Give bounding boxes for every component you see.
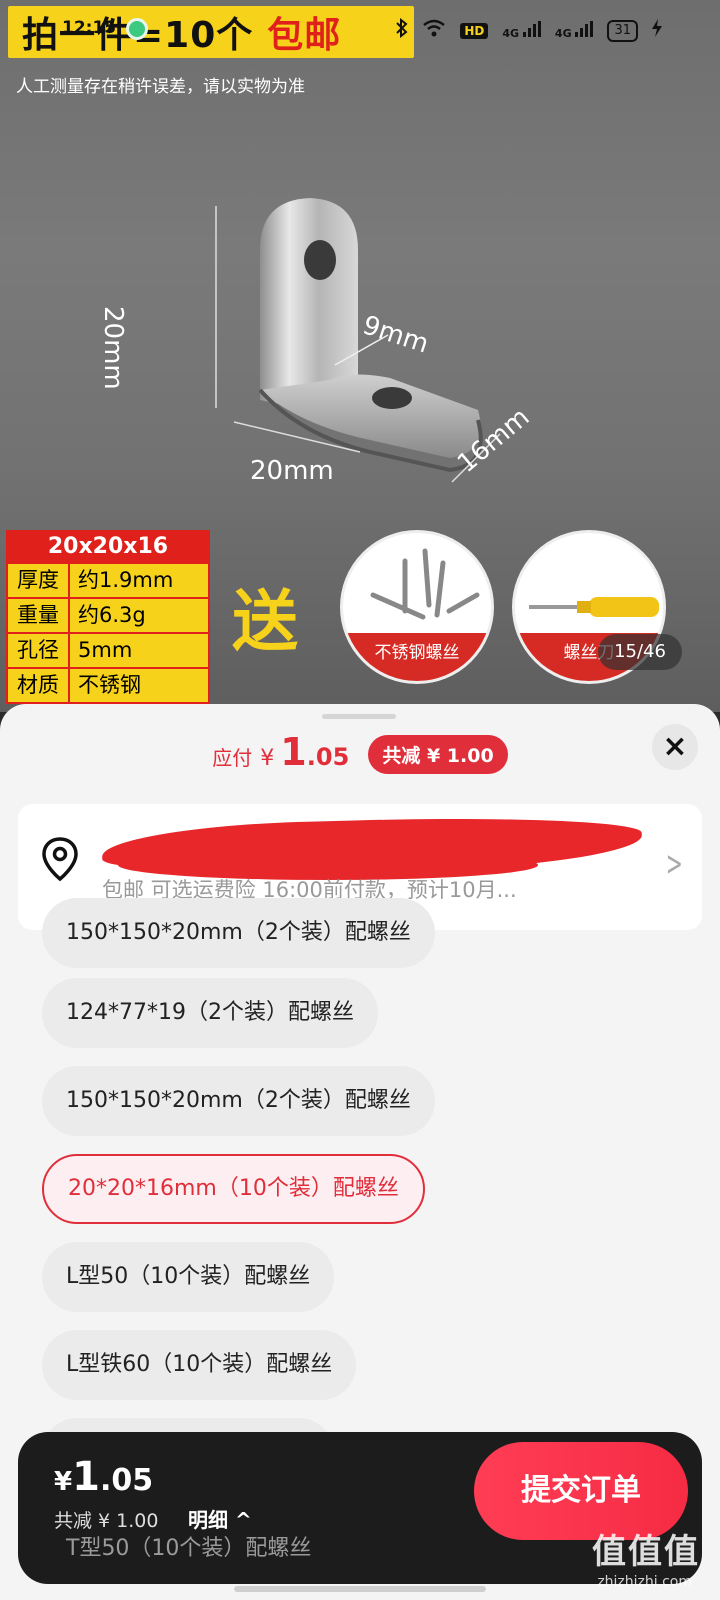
total-price: ¥ 1 .05 (54, 1454, 153, 1500)
location-pin-icon (42, 837, 78, 882)
spec-row: 材质 不锈钢 (8, 667, 208, 702)
spec-value: 不锈钢 (70, 669, 208, 702)
signal-icon-1: 4G (502, 21, 541, 40)
signal-label-1: 4G (502, 27, 520, 40)
spec-row: 重量 约6.3g (8, 597, 208, 632)
home-indicator[interactable] (234, 1586, 486, 1592)
measurement-disclaimer: 人工测量存在稍许误差，请以实物为准 (16, 77, 305, 97)
sku-option-behind: T型50（10个装）配螺丝 (66, 1536, 312, 1561)
payable-dec: .05 (306, 743, 350, 771)
sku-option[interactable]: L型铁60（10个装）配螺丝 (42, 1330, 357, 1400)
sku-option-selected[interactable]: 20*20*16mm（10个装）配螺丝 (42, 1154, 425, 1224)
payable-label: 应付 (212, 746, 253, 770)
spec-title: 20x20x16 (47, 534, 169, 559)
dim-height: 20mm (98, 306, 128, 390)
screws-icon (370, 548, 480, 620)
discount-badge: 共减 ¥ 1.00 (368, 735, 508, 774)
sku-option[interactable]: L型50（10个装）配螺丝 (42, 1242, 335, 1312)
watermark-url: zhizhizhi.com (597, 1574, 692, 1590)
chevron-right-icon: > (665, 844, 683, 884)
status-time: 12:15 (62, 18, 117, 38)
spec-key: 孔径 (8, 634, 70, 667)
sku-option[interactable]: 150*150*20mm（2个装）配螺丝 (42, 1066, 435, 1136)
payable-amount: 应付 ¥ 1 .05 (212, 730, 349, 774)
sheet-grabber[interactable] (322, 714, 396, 719)
screwdriver-icon (529, 597, 659, 617)
gift-label: 送 (232, 583, 298, 660)
wifi-icon (422, 19, 446, 42)
image-page-indicator: 15/46 (598, 634, 682, 670)
spec-row: 厚度 约1.9mm (8, 562, 208, 597)
status-icons: HD 4G 4G 31 (396, 17, 662, 43)
saved-amount: 共减 ¥ 1.00 (54, 1510, 159, 1532)
gift-screws: 不锈钢螺丝 (340, 530, 494, 684)
bracket-illustration (215, 198, 501, 483)
total-currency: ¥ (54, 1467, 73, 1497)
hd-icon: HD (460, 22, 489, 39)
spec-value: 5mm (70, 634, 208, 667)
watermark-logo: 值值值 (592, 1532, 700, 1572)
spec-value: 约1.9mm (70, 564, 208, 597)
total-int: 1 (72, 1454, 100, 1500)
spec-key: 厚度 (8, 564, 70, 597)
sku-option[interactable]: 150*150*20mm（2个装）配螺丝 (42, 898, 435, 968)
signal-label-2: 4G (554, 27, 572, 40)
close-icon: × (662, 729, 688, 764)
spec-row: 孔径 5mm (8, 632, 208, 667)
app-notification-icon (126, 18, 148, 40)
charging-icon (652, 19, 662, 42)
spec-table: 20x20x16 厚度 约1.9mm 重量 约6.3g 孔径 5mm 材质 不锈… (6, 530, 210, 704)
spec-value: 约6.3g (70, 599, 208, 632)
sku-option[interactable]: 124*77*19（2个装）配螺丝 (42, 978, 378, 1048)
spec-key: 材质 (8, 669, 70, 702)
bluetooth-icon (396, 17, 408, 43)
payable-int: 1 (280, 730, 307, 774)
product-image[interactable]: 拍一件=10个 包邮 12:15 HD 4G 4G 31 (0, 0, 720, 712)
price-detail-button[interactable]: 明细 ^ (188, 1504, 252, 1533)
signal-icon-2: 4G (555, 21, 594, 40)
gift-screws-label: 不锈钢螺丝 (343, 633, 491, 681)
close-button[interactable]: × (652, 724, 698, 770)
dim-width: 20mm (250, 456, 334, 486)
status-bar: 12:15 HD 4G 4G 31 (0, 14, 720, 50)
sheet-header: 应付 ¥ 1 .05 共减 ¥ 1.00 (0, 730, 720, 794)
total-dec: .05 (99, 1463, 154, 1498)
spec-key: 重量 (8, 599, 70, 632)
battery-icon: 31 (607, 19, 638, 42)
payable-currency: ¥ (260, 746, 275, 771)
